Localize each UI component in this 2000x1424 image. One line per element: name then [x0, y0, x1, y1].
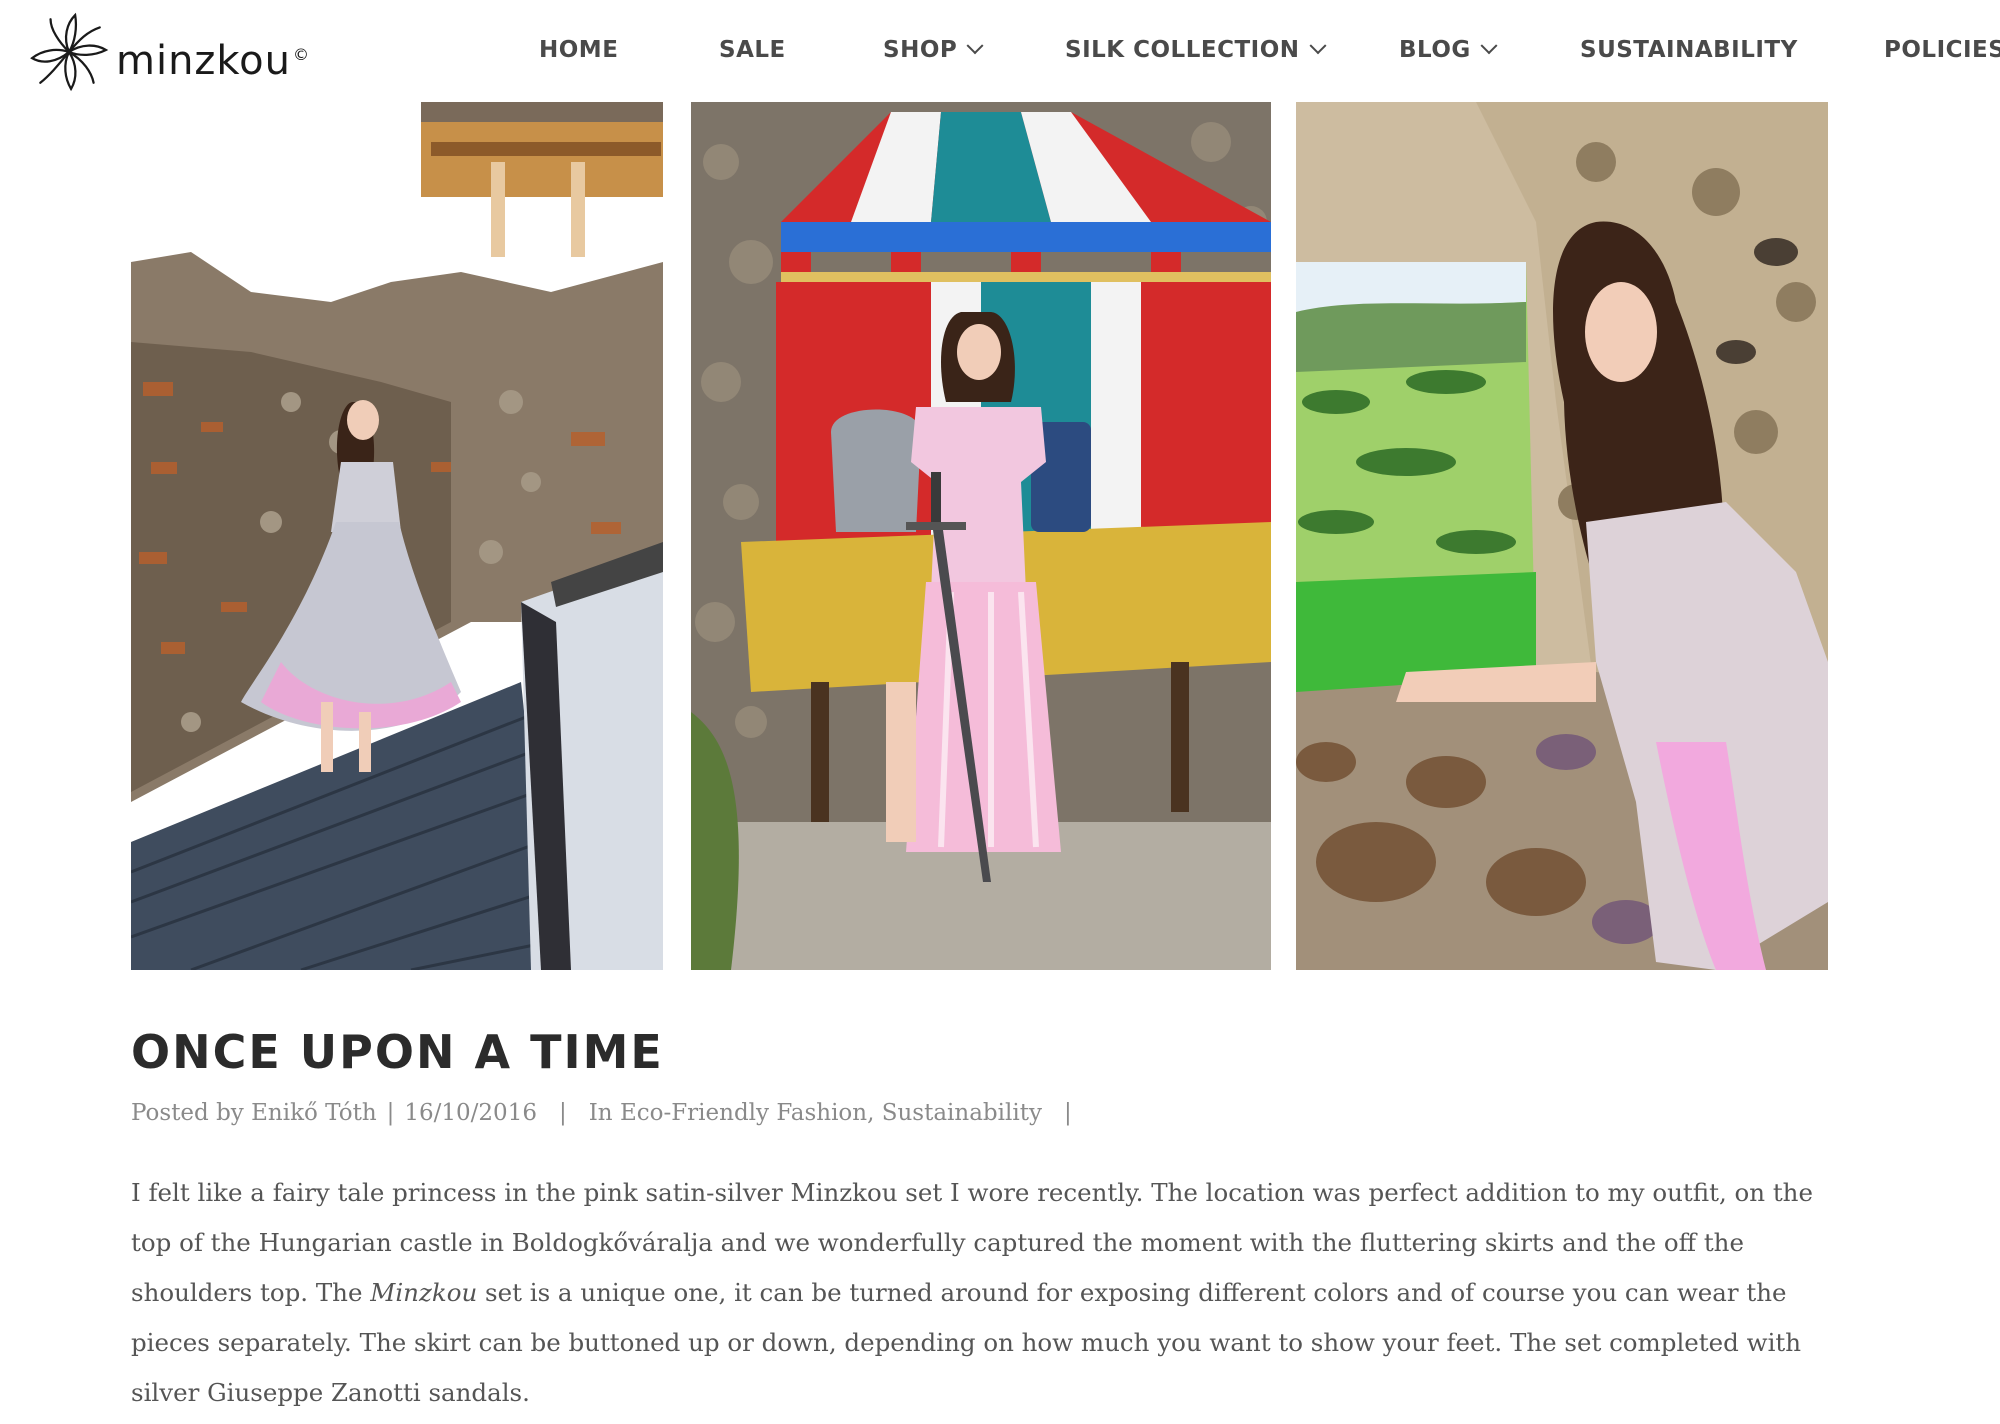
photo-castle-walkway-icon	[131, 102, 663, 970]
post-title: ONCE UPON A TIME	[131, 1025, 664, 1079]
nav-item-sale[interactable]: SALE	[719, 30, 786, 70]
body-line: pieces separately. The skirt can be butt…	[131, 1328, 1802, 1357]
meta-divider: |	[386, 1100, 395, 1126]
meta-divider: |	[558, 1100, 567, 1126]
body-line: shoulders top. The Minzkou set is a uniq…	[131, 1278, 1787, 1307]
chevron-down-icon	[1480, 37, 1498, 55]
chevron-down-icon	[1309, 37, 1326, 55]
brand-name: minzkou ©	[116, 38, 310, 84]
site-header: minzkou © HOME SALE SHOP SILK COLLECTION …	[0, 0, 2000, 100]
gallery-photo-3[interactable]	[1296, 102, 1828, 970]
flower-logo-icon	[30, 12, 109, 92]
photo-tournament-tent-icon	[691, 102, 1271, 970]
photo-castle-window-landscape-icon	[1296, 102, 1828, 970]
nav-item-blog[interactable]: BLOG	[1399, 30, 1498, 70]
copyright-mark: ©	[293, 44, 310, 64]
in-label: In	[588, 1100, 613, 1126]
body-line: I felt like a fairy tale princess in the…	[131, 1178, 1813, 1207]
gallery-photo-2[interactable]	[691, 102, 1271, 970]
body-line: top of the Hungarian castle in Boldogkőv…	[131, 1228, 1744, 1257]
brand-emphasis: Minzkou	[370, 1278, 478, 1307]
nav-item-sustainability[interactable]: SUSTAINABILITY	[1580, 30, 1798, 70]
nav-item-home[interactable]: HOME	[539, 30, 618, 70]
post-meta: Posted by Enikő Tóth | 16/10/2016 | In Eco-F…	[131, 1100, 1072, 1126]
gallery-photo-1[interactable]	[131, 102, 663, 970]
body-line: silver Giuseppe Zanotti sandals.	[131, 1378, 530, 1407]
post-date: 16/10/2016	[404, 1100, 537, 1126]
post-body: I felt like a fairy tale princess in the…	[131, 1168, 1851, 1418]
post-author-link[interactable]: Enikő Tóth	[251, 1100, 377, 1126]
meta-divider: |	[1063, 1100, 1072, 1126]
chevron-down-icon	[966, 37, 984, 55]
nav-item-silk-collection[interactable]: SILK COLLECTION	[1065, 30, 1326, 70]
nav-item-policies[interactable]: POLICIES	[1884, 30, 2000, 70]
nav-item-shop[interactable]: SHOP	[883, 30, 984, 70]
category-link-eco-friendly-fashion[interactable]: Eco-Friendly Fashion	[620, 1100, 867, 1126]
posted-by-label: Posted by	[131, 1100, 244, 1126]
brand-logo[interactable]: minzkou ©	[28, 10, 310, 94]
category-link-sustainability[interactable]: Sustainability	[882, 1100, 1042, 1126]
